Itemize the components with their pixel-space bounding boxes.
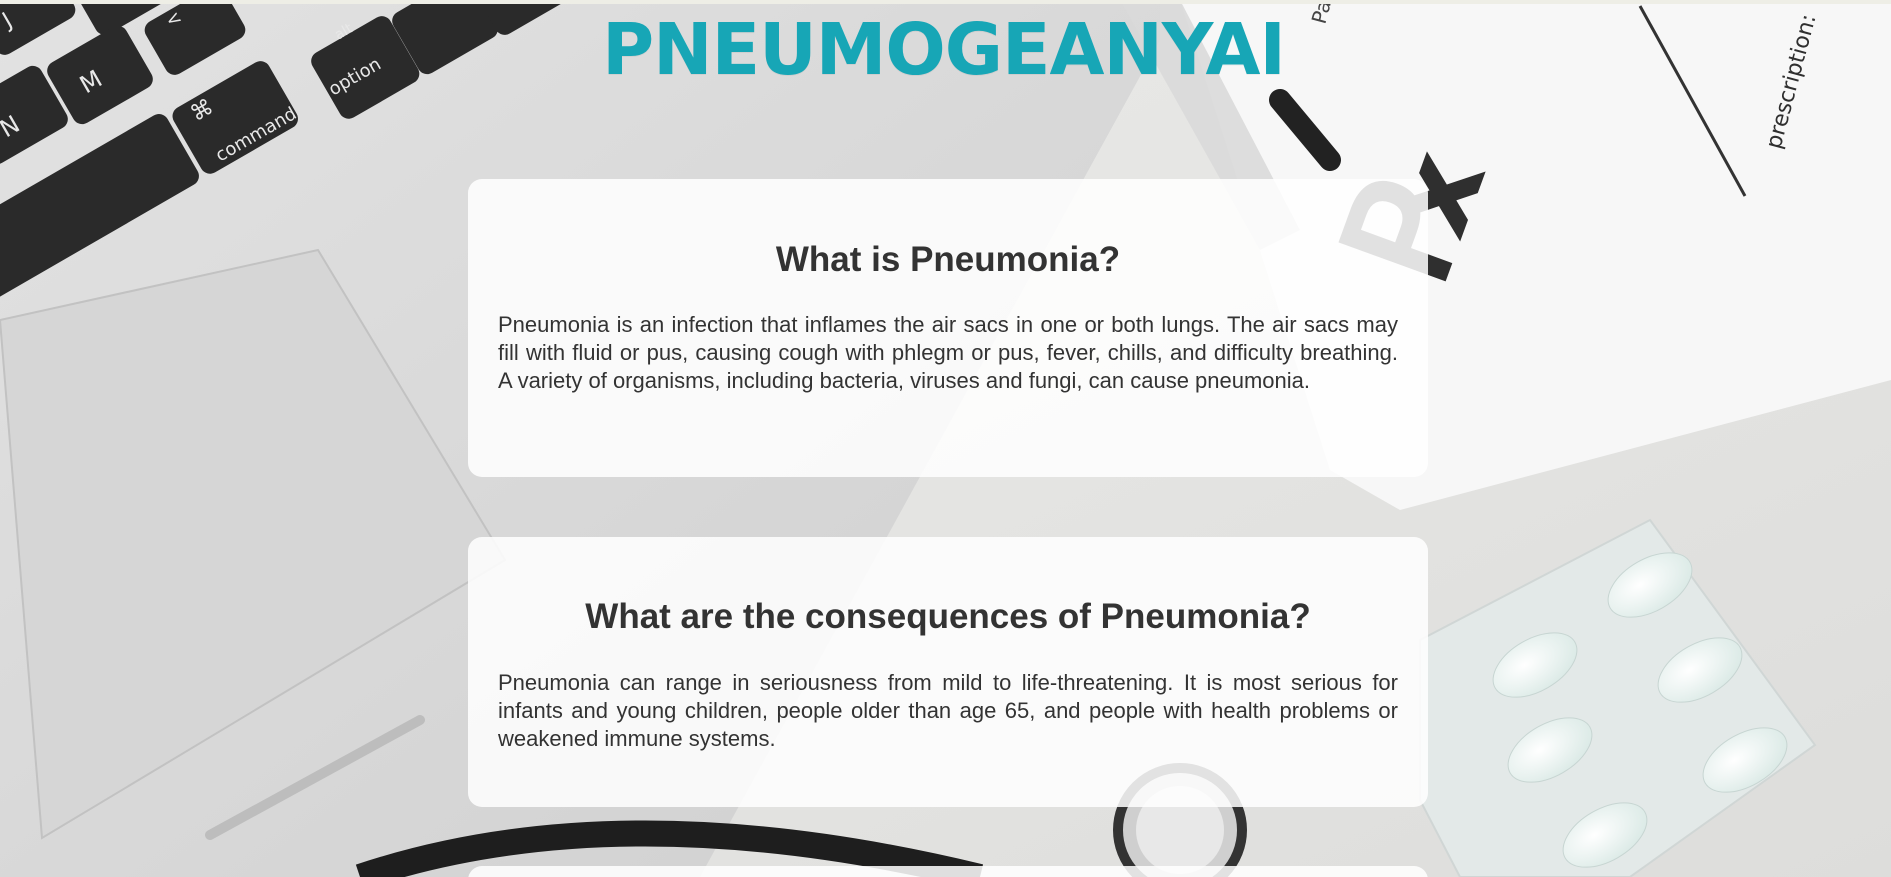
card-heading: What is Pneumonia? bbox=[775, 240, 1121, 279]
brand-header: PNEUMOGEANYAI bbox=[0, 14, 1891, 85]
card-body: Pneumonia is an infection that inflames … bbox=[498, 312, 1398, 393]
card-heading: What are the consequences of Pneumonia? bbox=[585, 597, 1311, 636]
info-card-next bbox=[468, 866, 1428, 877]
info-card-what-is-pneumonia: What is Pneumonia? Pneumonia is an infec… bbox=[468, 179, 1428, 477]
card-body: Pneumonia can range in seriousness from … bbox=[498, 670, 1398, 751]
site-title: PNEUMOGEANYAI bbox=[602, 8, 1286, 91]
window-top-strip bbox=[0, 0, 1891, 4]
info-card-consequences: What are the consequences of Pneumonia? … bbox=[468, 537, 1428, 807]
